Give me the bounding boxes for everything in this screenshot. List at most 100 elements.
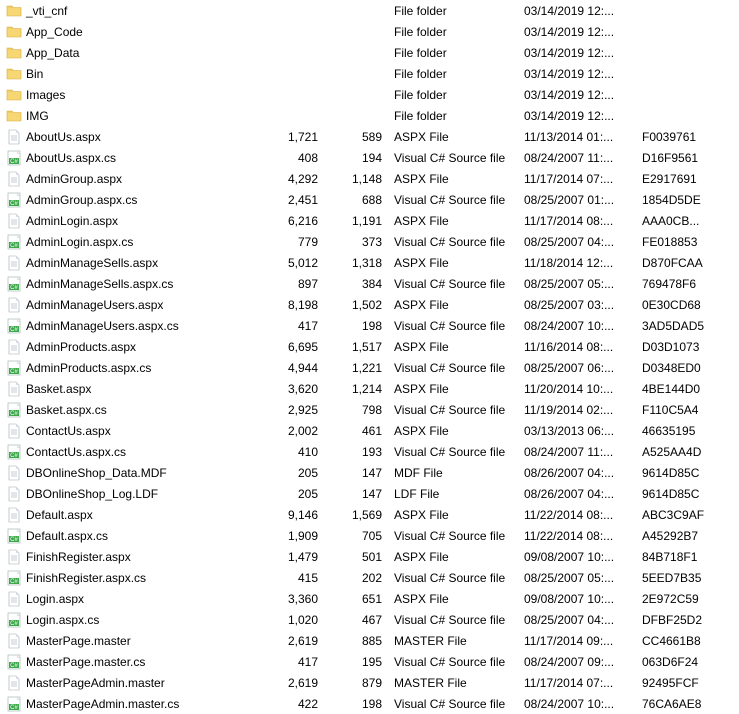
- file-name-cell[interactable]: C#AdminManageSells.aspx.cs: [6, 276, 262, 292]
- file-type: ASPX File: [390, 382, 520, 396]
- file-crc: 76CA6AE8: [638, 697, 728, 711]
- file-name-cell[interactable]: Default.aspx: [6, 507, 262, 523]
- file-row[interactable]: AboutUs.aspx1,721589ASPX File11/13/2014 …: [0, 126, 739, 147]
- file-name-cell[interactable]: C#AdminGroup.aspx.cs: [6, 192, 262, 208]
- file-row[interactable]: MasterPage.master2,619885MASTER File11/1…: [0, 630, 739, 651]
- file-row[interactable]: C#AdminLogin.aspx.cs779373Visual C# Sour…: [0, 231, 739, 252]
- file-row[interactable]: AdminLogin.aspx6,2161,191ASPX File11/17/…: [0, 210, 739, 231]
- file-name-cell[interactable]: C#Default.aspx.cs: [6, 528, 262, 544]
- file-row[interactable]: C#AdminManageSells.aspx.cs897384Visual C…: [0, 273, 739, 294]
- file-name-cell[interactable]: Basket.aspx: [6, 381, 262, 397]
- file-crc: 1854D5DE: [638, 193, 728, 207]
- file-row[interactable]: C#FinishRegister.aspx.cs415202Visual C# …: [0, 567, 739, 588]
- file-name: MasterPage.master: [26, 634, 131, 648]
- file-row[interactable]: C#AdminGroup.aspx.cs2,451688Visual C# So…: [0, 189, 739, 210]
- file-row[interactable]: C#ContactUs.aspx.cs410193Visual C# Sourc…: [0, 441, 739, 462]
- file-row[interactable]: App_DataFile folder03/14/2019 12:...: [0, 42, 739, 63]
- file-name-cell[interactable]: FinishRegister.aspx: [6, 549, 262, 565]
- file-name-cell[interactable]: AdminLogin.aspx: [6, 213, 262, 229]
- file-row[interactable]: ContactUs.aspx2,002461ASPX File03/13/201…: [0, 420, 739, 441]
- file-name-cell[interactable]: C#FinishRegister.aspx.cs: [6, 570, 262, 586]
- file-row[interactable]: C#AdminProducts.aspx.cs4,9441,221Visual …: [0, 357, 739, 378]
- file-crc: AAA0CB...: [638, 214, 728, 228]
- file-row[interactable]: AdminManageUsers.aspx8,1981,502ASPX File…: [0, 294, 739, 315]
- file-name: _vti_cnf: [26, 4, 67, 18]
- file-name-cell[interactable]: DBOnlineShop_Data.MDF: [6, 465, 262, 481]
- file-packed: 651: [326, 592, 390, 606]
- file-row[interactable]: AdminManageSells.aspx5,0121,318ASPX File…: [0, 252, 739, 273]
- file-size: 6,216: [262, 214, 326, 228]
- file-row[interactable]: C#MasterPage.master.cs417195Visual C# So…: [0, 651, 739, 672]
- folder-icon: [6, 3, 22, 19]
- cs-icon: C#: [6, 318, 22, 334]
- file-crc: FE018853: [638, 235, 728, 249]
- file-row[interactable]: C#Basket.aspx.cs2,925798Visual C# Source…: [0, 399, 739, 420]
- file-name-cell[interactable]: AdminManageSells.aspx: [6, 255, 262, 271]
- file-row[interactable]: C#Default.aspx.cs1,909705Visual C# Sourc…: [0, 525, 739, 546]
- file-name-cell[interactable]: AboutUs.aspx: [6, 129, 262, 145]
- file-name-cell[interactable]: _vti_cnf: [6, 3, 262, 19]
- file-name-cell[interactable]: C#AdminProducts.aspx.cs: [6, 360, 262, 376]
- file-row[interactable]: C#AboutUs.aspx.cs408194Visual C# Source …: [0, 147, 739, 168]
- svg-text:C#: C#: [10, 327, 18, 333]
- file-size: 779: [262, 235, 326, 249]
- file-name-cell[interactable]: DBOnlineShop_Log.LDF: [6, 486, 262, 502]
- folder-icon: [6, 108, 22, 124]
- file-row[interactable]: AdminGroup.aspx4,2921,148ASPX File11/17/…: [0, 168, 739, 189]
- file-icon: [6, 339, 22, 355]
- file-type: MASTER File: [390, 634, 520, 648]
- file-name-cell[interactable]: App_Code: [6, 24, 262, 40]
- file-row[interactable]: App_CodeFile folder03/14/2019 12:...: [0, 21, 739, 42]
- file-size: 4,944: [262, 361, 326, 375]
- file-name-cell[interactable]: C#AboutUs.aspx.cs: [6, 150, 262, 166]
- file-icon: [6, 465, 22, 481]
- file-name-cell[interactable]: C#Basket.aspx.cs: [6, 402, 262, 418]
- file-packed: 885: [326, 634, 390, 648]
- file-name-cell[interactable]: App_Data: [6, 45, 262, 61]
- file-row[interactable]: DBOnlineShop_Log.LDF205147LDF File08/26/…: [0, 483, 739, 504]
- file-name-cell[interactable]: MasterPage.master: [6, 633, 262, 649]
- file-name-cell[interactable]: Bin: [6, 66, 262, 82]
- file-row[interactable]: _vti_cnfFile folder03/14/2019 12:...: [0, 0, 739, 21]
- file-name-cell[interactable]: IMG: [6, 108, 262, 124]
- file-type: ASPX File: [390, 508, 520, 522]
- file-size: 897: [262, 277, 326, 291]
- file-row[interactable]: ImagesFile folder03/14/2019 12:...: [0, 84, 739, 105]
- file-packed: 147: [326, 487, 390, 501]
- file-name: MasterPage.master.cs: [26, 655, 145, 669]
- file-name-cell[interactable]: AdminManageUsers.aspx: [6, 297, 262, 313]
- file-row[interactable]: IMGFile folder03/14/2019 12:...: [0, 105, 739, 126]
- file-name-cell[interactable]: C#ContactUs.aspx.cs: [6, 444, 262, 460]
- file-row[interactable]: Default.aspx9,1461,569ASPX File11/22/201…: [0, 504, 739, 525]
- file-crc: D16F9561: [638, 151, 728, 165]
- file-row[interactable]: FinishRegister.aspx1,479501ASPX File09/0…: [0, 546, 739, 567]
- file-name-cell[interactable]: ContactUs.aspx: [6, 423, 262, 439]
- svg-text:C#: C#: [10, 243, 18, 249]
- file-row[interactable]: C#AdminManageUsers.aspx.cs417198Visual C…: [0, 315, 739, 336]
- file-name-cell[interactable]: AdminGroup.aspx: [6, 171, 262, 187]
- file-row[interactable]: DBOnlineShop_Data.MDF205147MDF File08/26…: [0, 462, 739, 483]
- file-row[interactable]: C#Login.aspx.cs1,020467Visual C# Source …: [0, 609, 739, 630]
- file-size: 3,620: [262, 382, 326, 396]
- file-name-cell[interactable]: Login.aspx: [6, 591, 262, 607]
- file-name-cell[interactable]: C#MasterPageAdmin.master.cs: [6, 696, 262, 712]
- file-row[interactable]: AdminProducts.aspx6,6951,517ASPX File11/…: [0, 336, 739, 357]
- file-name-cell[interactable]: C#Login.aspx.cs: [6, 612, 262, 628]
- file-name-cell[interactable]: C#MasterPage.master.cs: [6, 654, 262, 670]
- file-row[interactable]: BinFile folder03/14/2019 12:...: [0, 63, 739, 84]
- file-name-cell[interactable]: MasterPageAdmin.master: [6, 675, 262, 691]
- file-name: DBOnlineShop_Data.MDF: [26, 466, 167, 480]
- file-row[interactable]: Login.aspx3,360651ASPX File09/08/2007 10…: [0, 588, 739, 609]
- file-row[interactable]: C#MasterPageAdmin.master.cs422198Visual …: [0, 693, 739, 714]
- file-name-cell[interactable]: Images: [6, 87, 262, 103]
- file-crc: 9614D85C: [638, 466, 728, 480]
- file-icon: [6, 549, 22, 565]
- folder-icon: [6, 45, 22, 61]
- file-name-cell[interactable]: AdminProducts.aspx: [6, 339, 262, 355]
- file-name-cell[interactable]: C#AdminManageUsers.aspx.cs: [6, 318, 262, 334]
- file-name-cell[interactable]: C#AdminLogin.aspx.cs: [6, 234, 262, 250]
- file-date: 08/25/2007 04:...: [520, 613, 638, 627]
- file-row[interactable]: Basket.aspx3,6201,214ASPX File11/20/2014…: [0, 378, 739, 399]
- file-row[interactable]: MasterPageAdmin.master2,619879MASTER Fil…: [0, 672, 739, 693]
- file-type: Visual C# Source file: [390, 193, 520, 207]
